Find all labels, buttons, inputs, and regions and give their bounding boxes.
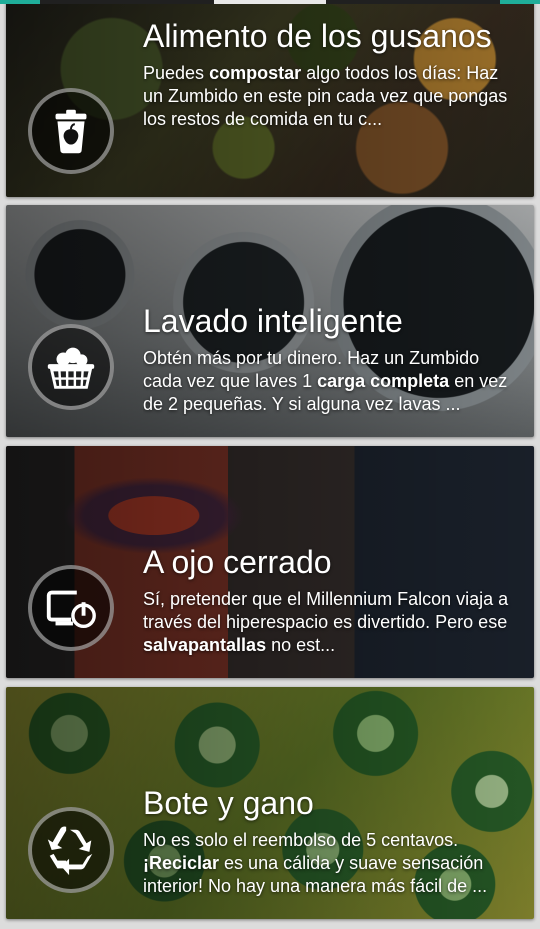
card-screensaver[interactable]: A ojo cerrado Sí, pretender que el Mille… <box>6 446 534 678</box>
accent-strip-right <box>500 0 540 4</box>
top-indicator <box>0 0 540 4</box>
card-compost[interactable]: Alimento de los gusanos Puedes compostar… <box>6 0 534 197</box>
card-description: Obtén más por tu dinero. Haz un Zumbido … <box>143 348 508 414</box>
card-text: Alimento de los gusanos Puedes compostar… <box>143 18 516 131</box>
compost-bin-icon <box>28 88 114 174</box>
card-description: Puedes compostar algo todos los días: Ha… <box>143 63 508 129</box>
card-description: No es solo el reembolso de 5 centavos. ¡… <box>143 830 488 896</box>
card-title: A ojo cerrado <box>143 544 332 580</box>
accent-strip-left <box>0 0 40 4</box>
card-text: Lavado inteligente Obtén más por tu dine… <box>143 303 516 416</box>
card-text: A ojo cerrado Sí, pretender que el Mille… <box>143 544 516 657</box>
card-text: Bote y gano No es solo el reembolso de 5… <box>143 785 516 898</box>
scroll-indicator <box>214 0 326 4</box>
monitor-power-icon <box>28 565 114 651</box>
card-title: Lavado inteligente <box>143 303 403 339</box>
card-recycle[interactable]: Bote y gano No es solo el reembolso de 5… <box>6 687 534 919</box>
card-laundry[interactable]: Lavado inteligente Obtén más por tu dine… <box>6 205 534 437</box>
card-title: Bote y gano <box>143 785 314 821</box>
card-description: Sí, pretender que el Millennium Falcon v… <box>143 589 509 655</box>
recycle-icon <box>28 807 114 893</box>
card-title: Alimento de los gusanos <box>143 18 492 54</box>
laundry-basket-icon <box>28 324 114 410</box>
